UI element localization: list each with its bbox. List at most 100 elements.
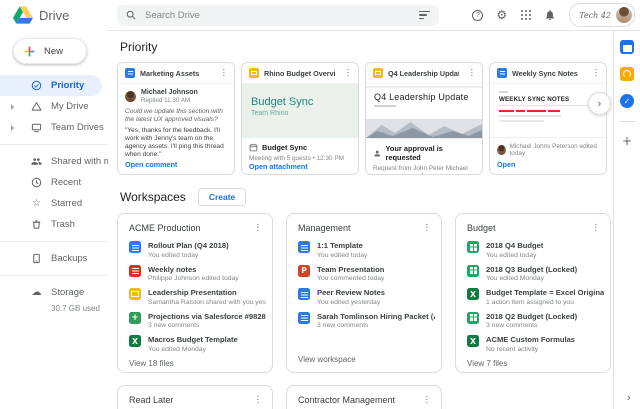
card-header[interactable]: Rhino Budget Overview ⋮ bbox=[242, 63, 358, 84]
apps-grid-icon[interactable] bbox=[520, 10, 531, 21]
more-menu-icon[interactable]: ⋮ bbox=[250, 224, 267, 233]
workspace-file-item[interactable]: 2018 Q2 Budget (Locked)3 new comments bbox=[467, 312, 604, 330]
expand-caret-icon[interactable] bbox=[11, 104, 14, 110]
more-menu-icon[interactable]: ⋮ bbox=[588, 69, 605, 78]
pdf-icon bbox=[129, 265, 141, 277]
cloud-icon: ☁ bbox=[31, 288, 42, 298]
search-bar[interactable] bbox=[117, 5, 439, 26]
account-pill[interactable]: Tech 42 bbox=[569, 3, 635, 27]
sidebar-item-starred[interactable]: ☆ Starred bbox=[0, 193, 108, 214]
comment-quote: Could we update this section with the la… bbox=[125, 108, 227, 124]
workspace-title: Read Later bbox=[129, 395, 174, 405]
workspaces-row-bottom: Read Later⋮ The Story of ACME Foundation… bbox=[117, 385, 613, 409]
slides-icon bbox=[129, 288, 141, 300]
sidebar-divider bbox=[0, 144, 108, 145]
chevron-right-icon[interactable]: › bbox=[627, 392, 631, 403]
new-plus-icon bbox=[23, 45, 36, 58]
drive-brand[interactable]: Drive bbox=[0, 6, 117, 24]
sidebar-item-priority[interactable]: Priority bbox=[0, 75, 102, 96]
account-avatar bbox=[616, 7, 632, 23]
view-files-link[interactable]: View 18 files bbox=[129, 359, 266, 368]
new-button[interactable]: New bbox=[13, 38, 87, 64]
file-preview[interactable]: WEEKLY SYNC NOTES bbox=[490, 84, 606, 138]
sidebar-item-trash[interactable]: Trash bbox=[0, 214, 108, 235]
tune-icon[interactable] bbox=[419, 11, 430, 19]
slides-icon bbox=[249, 68, 259, 78]
workspace-file-item[interactable]: 2018 Q3 Budget (Locked)You edited Monday bbox=[467, 265, 604, 283]
open-comment-link[interactable]: Open comment bbox=[125, 160, 227, 169]
more-menu-icon[interactable]: ⋮ bbox=[419, 396, 436, 405]
powerpoint-icon bbox=[298, 265, 310, 277]
star-icon: ☆ bbox=[31, 199, 42, 209]
expand-caret-icon[interactable] bbox=[11, 125, 14, 131]
open-attachment-link[interactable]: Open attachment bbox=[249, 162, 351, 171]
more-menu-icon[interactable]: ⋮ bbox=[250, 396, 267, 405]
calendar-icon[interactable] bbox=[620, 40, 634, 54]
file-preview[interactable]: Budget Sync Team Rhino bbox=[242, 84, 358, 138]
mountains-image bbox=[366, 119, 482, 138]
workspace-file-item[interactable]: Leadership PresentationSamantha Ralston … bbox=[129, 288, 266, 306]
excel-icon bbox=[467, 335, 479, 347]
keep-icon[interactable] bbox=[620, 67, 634, 81]
docs-icon bbox=[298, 312, 310, 324]
slide-subtitle-bar bbox=[374, 105, 396, 107]
create-workspace-button[interactable]: Create bbox=[198, 188, 246, 206]
settings-gear-icon[interactable]: ⚙ bbox=[496, 9, 507, 21]
workspace-file-item[interactable]: Team PresentationYou commented today bbox=[298, 265, 435, 283]
card-header[interactable]: Q4 Leadership Update (Approve... ⋮ bbox=[366, 63, 482, 84]
slides-icon bbox=[373, 68, 383, 78]
workspace-file-item[interactable]: Projections via Salesforce #982833 new c… bbox=[129, 312, 266, 330]
workspace-file-item[interactable]: Peer Review NotesYou edited yesterday bbox=[298, 288, 435, 306]
chevron-right-icon: › bbox=[597, 98, 601, 109]
card-header[interactable]: Weekly Sync Notes ⋮ bbox=[490, 63, 606, 84]
card-footer: Your approval is requested Request from … bbox=[366, 139, 482, 175]
workspace-file-item[interactable]: Weekly notesPhilippe Johnson edited toda… bbox=[129, 265, 266, 283]
workspace-file-item[interactable]: Rollout Plan (Q4 2018)You edited today bbox=[129, 241, 266, 259]
sidebar-item-recent[interactable]: Recent bbox=[0, 172, 108, 193]
workspace-file-item[interactable]: Macros Budget TemplateYou edited Monday bbox=[129, 335, 266, 353]
calendar-icon bbox=[249, 143, 258, 152]
sidebar-item-backups[interactable]: Backups bbox=[0, 248, 108, 269]
open-approval-link[interactable]: Open approval bbox=[373, 172, 475, 175]
panel-divider bbox=[620, 121, 635, 122]
sidebar-item-shared-with-me[interactable]: Shared with me bbox=[0, 151, 108, 172]
workspace-file-item[interactable]: Sarah Tomlinson Hiring Packet (Approved)… bbox=[298, 312, 435, 330]
sidebar-item-storage[interactable]: ☁ Storage bbox=[0, 282, 108, 303]
docs-icon bbox=[298, 288, 310, 300]
carousel-next-button[interactable]: › bbox=[588, 92, 611, 115]
sheets-icon bbox=[467, 241, 479, 253]
more-menu-icon[interactable]: ⋮ bbox=[419, 224, 436, 233]
open-link[interactable]: Open bbox=[497, 160, 599, 169]
more-menu-icon[interactable]: ⋮ bbox=[340, 69, 357, 78]
workspace-file-item[interactable]: 2018 Q4 BudgetYou edited today bbox=[467, 241, 604, 259]
approval-row: Your approval is requested bbox=[373, 144, 475, 162]
sidebar-item-my-drive[interactable]: My Drive bbox=[0, 96, 108, 117]
file-preview[interactable]: Q4 Leadership Update bbox=[366, 84, 482, 139]
workspace-card-management: Management⋮ 1:1 TemplateYou edited today… bbox=[286, 213, 442, 373]
more-menu-icon[interactable]: ⋮ bbox=[588, 224, 605, 233]
workspace-title: Contractor Management bbox=[298, 395, 395, 405]
workspace-file-item[interactable]: ACME Custom FormulasNo recent activity bbox=[467, 335, 604, 353]
more-menu-icon[interactable]: ⋮ bbox=[464, 69, 481, 78]
notifications-bell-icon[interactable] bbox=[544, 9, 556, 21]
add-icon[interactable]: + bbox=[622, 135, 632, 147]
tasks-icon[interactable] bbox=[620, 94, 634, 108]
more-menu-icon[interactable]: ⋮ bbox=[216, 69, 233, 78]
account-label: Tech 42 bbox=[579, 11, 611, 20]
doc-red-text-bars bbox=[499, 110, 597, 112]
top-bar: Drive ? ⚙ Tech 42 bbox=[0, 0, 640, 30]
person-icon bbox=[373, 149, 382, 158]
salesforce-icon bbox=[129, 312, 141, 324]
sidebar-item-team-drives[interactable]: Team Drives bbox=[0, 117, 108, 138]
card-header[interactable]: Marketing Assets ⋮ bbox=[118, 63, 234, 84]
workspace-file-item[interactable]: Budget Template = Excel Original1 action… bbox=[467, 288, 604, 306]
editor-row: Michael Johns Peterson edited today bbox=[497, 143, 599, 157]
doc-gray-bar bbox=[499, 120, 544, 122]
help-icon[interactable]: ? bbox=[472, 10, 483, 21]
view-files-link[interactable]: View 7 files bbox=[467, 359, 604, 368]
trash-icon bbox=[31, 219, 42, 230]
workspace-file-item[interactable]: 1:1 TemplateYou edited today bbox=[298, 241, 435, 259]
view-workspace-link[interactable]: View workspace bbox=[298, 355, 435, 364]
search-input[interactable] bbox=[143, 9, 412, 22]
priority-cards-row: Marketing Assets ⋮ Michael Johnson Repli… bbox=[117, 62, 613, 175]
